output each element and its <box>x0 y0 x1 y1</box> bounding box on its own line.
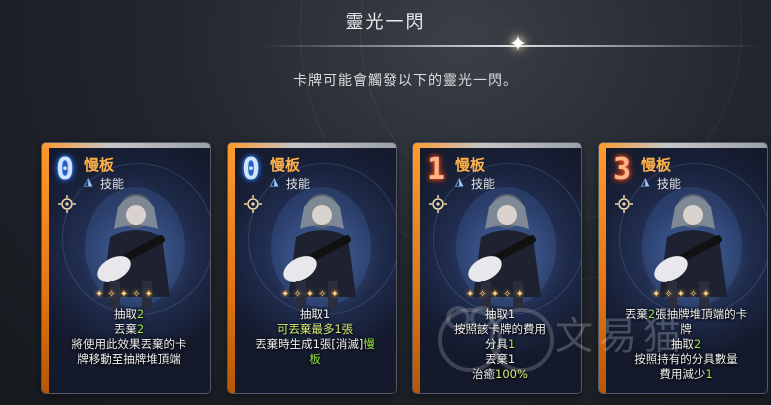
description-line: 板 <box>238 352 392 367</box>
description-line: 費用減少1 <box>609 367 763 382</box>
card-cost: 1 <box>427 152 446 187</box>
sparkle-divider-icon: ✦✧✦✧✦ <box>95 289 157 300</box>
card-frame-top <box>228 143 396 148</box>
description-line: 將使用此效果丟棄的卡 <box>52 337 206 352</box>
description-text: 抽取 <box>113 307 137 321</box>
page-title: 靈光一閃 <box>345 12 426 33</box>
description-text: 分具 <box>484 337 508 351</box>
description-text: 牌移動至抽牌堆頂端 <box>77 352 181 366</box>
description-line: 抽取1 <box>423 307 577 322</box>
description-text: 丟棄1 <box>484 352 516 366</box>
description-line: 牌移動至抽牌堆頂端 <box>52 352 206 367</box>
card-cost: 3 <box>613 152 632 187</box>
card[interactable]: 0 慢板 ◮ 技能 ✦✧✦✧✦ 抽取1 可丟棄最多1張 丟棄時生成1張[消滅]慢板 <box>228 143 396 393</box>
card-name: 慢板 <box>270 156 301 174</box>
card-cost: 0 <box>242 152 261 187</box>
description-text: 按照該卡牌的費用 <box>454 322 546 336</box>
sparkle-divider-icon: ✦✧✦✧✦ <box>652 289 714 300</box>
card-type: 技能 <box>471 177 496 191</box>
description-line: 丟棄2 <box>52 322 206 337</box>
page-subtitle: 卡牌可能會觸發以下的靈光一閃。 <box>293 73 518 89</box>
watermark-text: 文易猫 <box>555 314 688 358</box>
card-description: 抽取1 可丟棄最多1張 丟棄時生成1張[消滅]慢板 <box>238 307 392 367</box>
description-line: 抽取1 <box>238 307 392 322</box>
description-text: 1 <box>705 367 713 381</box>
description-text: 慢 <box>363 337 375 351</box>
description-text: 2 <box>136 307 145 321</box>
description-text: 將使用此效果丟棄的卡 <box>71 337 187 351</box>
card-type: 技能 <box>100 177 125 191</box>
description-text: 費用減少 <box>659 367 706 381</box>
crosshair-icon <box>58 195 76 213</box>
description-line: 分具1 <box>423 337 577 352</box>
card[interactable]: 0 慢板 ◮ 技能 ✦✧✦✧✦ 抽取2 丟棄2 將使用此效果丟棄的卡 牌移動至抽牌堆頂… <box>42 143 210 393</box>
card-name: 慢板 <box>84 156 115 174</box>
description-text: 抽取1 <box>484 307 516 321</box>
description-text: 板 <box>309 352 321 366</box>
card-frame-top <box>42 143 210 148</box>
card-frame-top <box>413 143 581 148</box>
sparkle-divider-icon: ✦✧✦✧✦ <box>281 289 343 300</box>
description-text: 2 <box>693 337 702 351</box>
description-text: 100% <box>495 367 528 381</box>
skill-type-icon: ◮ <box>270 175 279 188</box>
description-text: 可丟棄最多1張 <box>276 322 354 336</box>
skill-type-icon: ◮ <box>641 175 650 188</box>
description-line: 丟棄1 <box>423 352 577 367</box>
description-text: 1 <box>507 337 516 351</box>
sparkle-divider-icon: ✦✧✦✧✦ <box>466 289 528 300</box>
card-frame <box>413 143 420 393</box>
description-line: 治癒100% <box>423 367 577 382</box>
description-text: 抽取1 <box>299 307 331 321</box>
crosshair-icon <box>615 195 633 213</box>
card-frame <box>228 143 235 393</box>
description-line: 可丟棄最多1張 <box>238 322 392 337</box>
crosshair-icon <box>244 195 262 213</box>
card-description: 抽取1 按照該卡牌的費用 分具1 丟棄1 治癒100% <box>423 307 577 382</box>
card-cost: 0 <box>56 152 75 187</box>
sparkle-icon: ✦ <box>508 32 528 57</box>
crosshair-icon <box>429 195 447 213</box>
description-line: 按照該卡牌的費用 <box>423 322 577 337</box>
card-name: 慢板 <box>641 156 672 174</box>
description-text: 丟棄時生成1張[消滅] <box>255 337 364 351</box>
card-description: 抽取2 丟棄2 將使用此效果丟棄的卡 牌移動至抽牌堆頂端 <box>52 307 206 367</box>
card-type: 技能 <box>286 177 311 191</box>
description-text: 2 <box>136 322 145 336</box>
card-frame <box>42 143 49 393</box>
card-frame-top <box>599 143 767 148</box>
description-line: 抽取2 <box>52 307 206 322</box>
description-text: 治癒 <box>472 367 496 381</box>
card-name: 慢板 <box>455 156 486 174</box>
skill-type-icon: ◮ <box>84 175 93 188</box>
card-type: 技能 <box>657 177 682 191</box>
description-text: 丟棄 <box>113 322 137 336</box>
description-line: 丟棄時生成1張[消滅]慢 <box>238 337 392 352</box>
skill-type-icon: ◮ <box>455 175 464 188</box>
